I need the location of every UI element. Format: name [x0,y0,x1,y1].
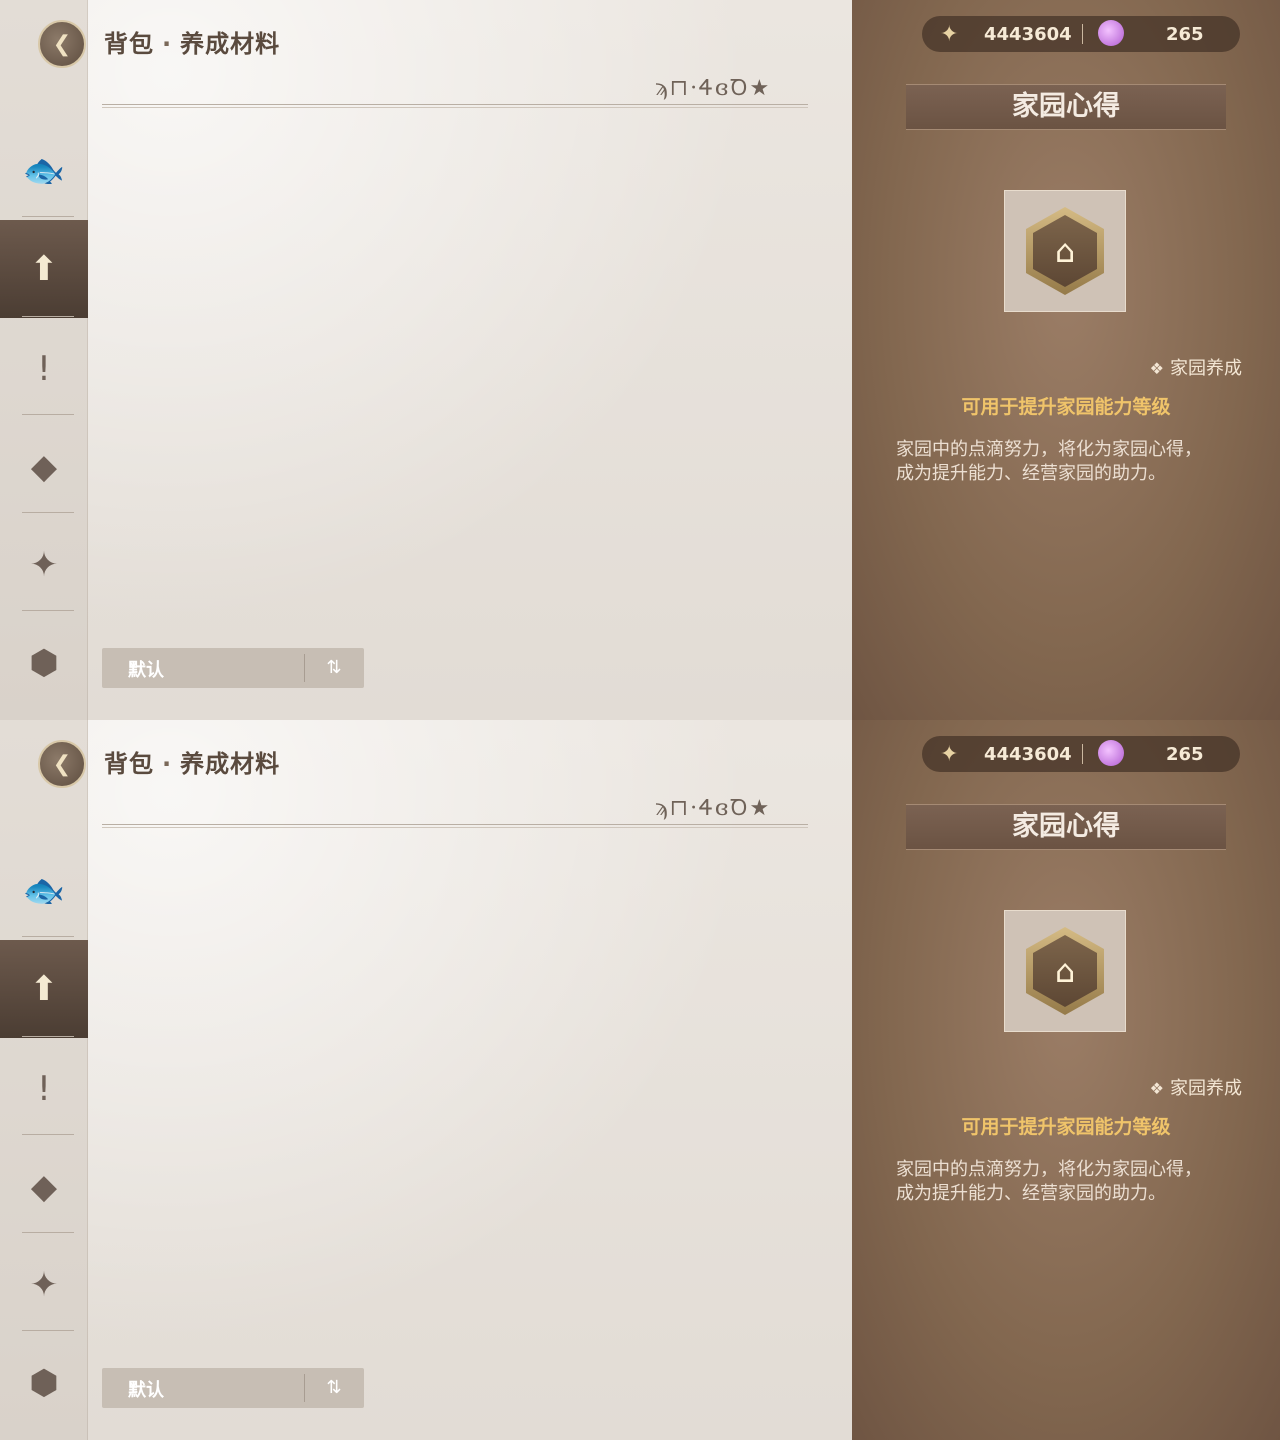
item-name-banner: 家园心得 [906,804,1226,850]
currency-divider [1082,744,1083,764]
currency-divider [1082,24,1083,44]
title-dot: · [162,30,173,58]
sort-label: 默认 [128,660,164,681]
star-currency-value: 4443604 [984,24,1072,45]
item-usage: 可用于提升家园能力等级 [961,396,1171,418]
item-category: ❖ 家园养成 [1150,1074,1242,1100]
item-name-banner: 家园心得 [906,84,1226,130]
item-category: ❖ 家园养成 [1150,354,1242,380]
crystal-icon: ◆ [30,1167,58,1207]
star-currency-value: 4443604 [984,744,1072,765]
home-hex-icon: ⌂ [1026,927,1104,1015]
title-main: 背包 [104,30,154,58]
gem-currency-icon [1098,740,1124,766]
sort-dropdown[interactable]: 默认 ⇅ [102,648,364,688]
gem-currency-value: 265 [1166,24,1204,45]
sidebar-tab-fish[interactable]: 🐟 [0,842,88,940]
sidebar-divider [22,316,74,317]
gem-currency-value: 265 [1166,744,1204,765]
sidebar-divider [22,1036,74,1037]
inventory-panel-bottom: ❮🐟⬆!◆✦⬢背包·养成材料ϡ⊓·ᏎɞꝹ★⌂761123410新34051221… [0,720,1280,1440]
item-preview: ⌂ [1004,190,1126,312]
house-icon: ⌂ [1033,935,1097,1007]
page-title: 背包 · 养成材料 [104,744,280,779]
category-diamond-icon: ❖ [1149,359,1164,378]
left-area [0,720,852,1440]
sort-label: 默认 [128,1380,164,1401]
item-usage: 可用于提升家园能力等级 [961,1116,1171,1138]
sort-order-toggle-icon[interactable]: ⇅ [314,654,354,682]
sort-divider [304,654,305,682]
item-detail-panel: ✦ 4443604 265 家园心得 ⌂ ❖ 家园养成可用于提升家园能力等级家园中的点滴努力… [852,720,1280,1440]
fish-icon: 🐟 [22,151,66,191]
category-label: 家园养成 [1170,358,1242,379]
title-dot: · [162,750,173,778]
home-hex-icon: ⌂ [1026,207,1104,295]
sidebar-divider [22,414,74,415]
sidebar-tab-cube[interactable]: ⬢ [0,614,88,712]
sidebar-tab-sparkle-wand[interactable]: ✦ [0,516,88,614]
item-description: 家园中的点滴努力，将化为家园心得，成为提升能力、经营家园的助力。 [896,439,1202,484]
decorative-script: ϡ⊓·ᏎɞꝹ★ [655,76,772,101]
back-button[interactable]: ❮ [38,20,86,68]
sidebar-tab-crystal[interactable]: ◆ [0,418,88,516]
exclamation-icon: ! [37,1069,51,1109]
gem-currency-icon [1098,20,1124,46]
fish-icon: 🐟 [22,871,66,911]
upgrade-icon: ⬆ [29,969,59,1009]
star-currency-icon: ✦ [940,742,959,767]
sidebar-divider [22,512,74,513]
sidebar-tab-cube[interactable]: ⬢ [0,1334,88,1432]
category-label: 家园养成 [1170,1078,1242,1099]
category-diamond-icon: ❖ [1149,1079,1164,1098]
sort-dropdown[interactable]: 默认 ⇅ [102,1368,364,1408]
item-description: 家园中的点滴努力，将化为家园心得，成为提升能力、经营家园的助力。 [896,1159,1202,1204]
back-button[interactable]: ❮ [38,740,86,788]
header-divider [102,824,808,828]
page-title: 背包 · 养成材料 [104,24,280,59]
sidebar-divider [22,610,74,611]
sidebar-divider [22,216,74,217]
sidebar-tab-exclamation[interactable]: ! [0,1040,88,1138]
house-icon: ⌂ [1033,215,1097,287]
item-detail-panel: ✦ 4443604 265 家园心得 ⌂ ❖ 家园养成可用于提升家园能力等级家园中的点滴努力… [852,0,1280,720]
upgrade-icon: ⬆ [29,249,59,289]
sidebar-tab-fish[interactable]: 🐟 [0,122,88,220]
sidebar-tab-sparkle-wand[interactable]: ✦ [0,1236,88,1334]
header-divider [102,104,808,108]
sidebar-divider [22,1232,74,1233]
title-sub: 养成材料 [180,750,281,778]
left-area [0,0,852,720]
sidebar-divider [22,1330,74,1331]
title-main: 背包 [104,750,154,778]
star-currency-icon: ✦ [940,22,959,47]
sidebar-divider [22,1134,74,1135]
sparkle-wand-icon: ✦ [29,1265,59,1305]
currency-bar: ✦ 4443604 265 [922,736,1240,772]
item-preview: ⌂ [1004,910,1126,1032]
sidebar-divider [22,936,74,937]
sidebar-tab-upgrade[interactable]: ⬆ [0,940,88,1038]
decorative-script: ϡ⊓·ᏎɞꝹ★ [655,796,772,821]
sort-divider [304,1374,305,1402]
crystal-icon: ◆ [30,447,58,487]
title-sub: 养成材料 [180,30,281,58]
currency-bar: ✦ 4443604 265 [922,16,1240,52]
inventory-panel-top: ❮🐟⬆!◆✦⬢背包·养成材料ϡ⊓·ᏎɞꝹ★⌂761123410新34051221… [0,0,1280,720]
sidebar-tab-upgrade[interactable]: ⬆ [0,220,88,318]
sidebar-tab-crystal[interactable]: ◆ [0,1138,88,1236]
cube-icon: ⬢ [29,1363,59,1403]
exclamation-icon: ! [37,349,51,389]
sidebar-tab-exclamation[interactable]: ! [0,320,88,418]
cube-icon: ⬢ [29,643,59,683]
sparkle-wand-icon: ✦ [29,545,59,585]
sort-order-toggle-icon[interactable]: ⇅ [314,1374,354,1402]
